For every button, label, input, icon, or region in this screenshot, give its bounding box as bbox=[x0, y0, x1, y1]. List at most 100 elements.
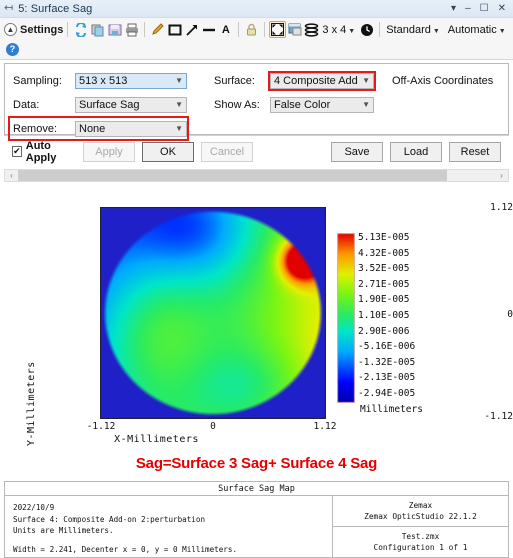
fit-window-icon[interactable] bbox=[269, 21, 287, 38]
horizontal-scrollbar[interactable]: ‹ › bbox=[4, 169, 509, 182]
footer-vendor: Zemax bbox=[408, 500, 433, 510]
sag-annotation: Sag=Surface 3 Sag+ Surface 4 Sag bbox=[135, 455, 378, 472]
window-controls: ▾ – ☐ ✕ bbox=[451, 3, 509, 14]
apply-button[interactable]: Apply bbox=[83, 141, 135, 162]
color-bar-tick-label: 1.90E-005 bbox=[358, 294, 410, 306]
style-dropdown[interactable]: Standard ▼ bbox=[386, 24, 440, 36]
lock-icon[interactable] bbox=[243, 21, 260, 38]
surface-sag-plot: Y-Millimeters 1.12 0 -1.12 -1.12 0 1.12 … bbox=[0, 188, 513, 448]
title-bar: ↤ 5: Surface Sag ▾ – ☐ ✕ bbox=[0, 0, 513, 18]
toolbar-divider bbox=[238, 22, 240, 37]
grid-size-dropdown[interactable]: 3 x 4 ▼ bbox=[322, 24, 355, 36]
scrollbar-thumb[interactable] bbox=[18, 170, 447, 181]
chevron-down-icon: ▼ bbox=[362, 76, 370, 85]
cancel-button[interactable]: Cancel bbox=[201, 141, 253, 162]
show-as-label: Show As: bbox=[214, 98, 260, 111]
color-bar-tick-labels: 5.13E-005 4.32E-005 3.52E-005 2.71E-005 1.90… bbox=[358, 230, 415, 402]
color-bar-tick-label: 4.32E-005 bbox=[358, 247, 410, 259]
help-icon[interactable]: ? bbox=[6, 42, 19, 56]
print-icon[interactable] bbox=[123, 21, 140, 38]
window-icon[interactable] bbox=[286, 21, 303, 38]
chevron-down-icon: ▼ bbox=[175, 100, 183, 109]
refresh-icon[interactable] bbox=[72, 21, 89, 38]
settings-button[interactable]: ▲ Settings bbox=[4, 23, 63, 36]
footer-date: 2022/10/9 bbox=[13, 503, 55, 512]
footer-file: Test.zmx bbox=[401, 531, 440, 541]
off-axis-coordinates-label: Off-Axis Coordinates bbox=[392, 74, 494, 87]
remove-select[interactable]: None ▼ bbox=[75, 120, 187, 137]
footer-product-info: Zemax Zemax OpticStudio 22.1.2 Test.zmx … bbox=[333, 496, 508, 557]
window-restore-dropdown-icon[interactable]: ▾ bbox=[451, 3, 456, 14]
scroll-right-arrow-icon[interactable]: › bbox=[495, 171, 508, 180]
color-bar-tick-label: -5.16E-006 bbox=[358, 341, 416, 353]
color-bar-tick-label: -2.13E-005 bbox=[358, 372, 416, 384]
surface-sag-window: ↤ 5: Surface Sag ▾ – ☐ ✕ ▲ Settings A 3 … bbox=[0, 0, 513, 558]
layers-icon[interactable] bbox=[303, 21, 320, 38]
load-button[interactable]: Load bbox=[390, 141, 442, 162]
footer-configuration: Configuration 1 of 1 bbox=[373, 543, 468, 552]
y-axis-tick: 1.12 bbox=[490, 202, 513, 213]
toolbar-divider bbox=[264, 22, 266, 37]
chevron-down-icon: ▼ bbox=[175, 76, 183, 85]
sag-color-map bbox=[100, 207, 326, 419]
chevron-down-icon: ▼ bbox=[348, 27, 356, 35]
chevron-down-icon: ▼ bbox=[432, 27, 440, 35]
data-value: Surface Sag bbox=[79, 98, 140, 111]
show-as-select[interactable]: False Color ▼ bbox=[270, 96, 374, 113]
data-label: Data: bbox=[13, 98, 40, 111]
pencil-icon[interactable] bbox=[149, 21, 166, 38]
remove-value: None bbox=[79, 122, 106, 135]
style-dropdown-label: Standard bbox=[386, 23, 431, 36]
auto-apply-label: Auto Apply bbox=[25, 139, 57, 164]
surface-value: 4 Composite Add bbox=[274, 74, 358, 87]
toolbar-divider bbox=[144, 22, 146, 37]
window-minimize-icon[interactable]: – bbox=[465, 3, 471, 14]
color-bar-tick-label: -1.32E-005 bbox=[358, 356, 416, 368]
pin-icon[interactable]: ↤ bbox=[4, 3, 13, 14]
line-icon[interactable] bbox=[200, 21, 217, 38]
scale-dropdown-label: Automatic bbox=[447, 23, 497, 36]
footer-units: Units are Millimeters. bbox=[13, 526, 114, 535]
rectangle-icon[interactable] bbox=[166, 21, 183, 38]
surface-label: Surface: bbox=[214, 74, 255, 87]
color-bar-units: Millimeters bbox=[360, 404, 423, 415]
action-button-bar: ✔ Auto Apply Apply OK Cancel Save Load R… bbox=[4, 135, 509, 167]
x-axis-tick: -1.12 bbox=[86, 421, 116, 432]
color-bar bbox=[337, 233, 355, 403]
surface-select[interactable]: 4 Composite Add ▼ bbox=[268, 70, 376, 91]
show-as-value: False Color bbox=[274, 98, 331, 111]
sampling-select[interactable]: 513 x 513 ▼ bbox=[75, 72, 187, 89]
arrow-icon[interactable] bbox=[183, 21, 200, 38]
chevron-down-icon: ▼ bbox=[362, 100, 370, 109]
y-axis-tick: 0 bbox=[507, 309, 513, 320]
clock-icon[interactable] bbox=[358, 21, 375, 38]
x-axis-tick: 1.12 bbox=[313, 421, 337, 432]
save-image-icon[interactable] bbox=[106, 21, 123, 38]
chevron-down-icon: ▼ bbox=[175, 124, 183, 133]
window-close-icon[interactable]: ✕ bbox=[498, 3, 506, 14]
text-icon[interactable]: A bbox=[217, 21, 234, 38]
reset-button[interactable]: Reset bbox=[449, 141, 501, 162]
color-bar-tick-label: 2.71E-005 bbox=[358, 278, 410, 290]
report-footer: Surface Sag Map 2022/10/9 Surface 4: Com… bbox=[4, 481, 509, 558]
toolbar-divider bbox=[67, 22, 69, 37]
footer-surface: Surface 4: Composite Add-on 2:perturbati… bbox=[13, 514, 206, 524]
copy-icon[interactable] bbox=[89, 21, 106, 38]
x-axis-title: X-Millimeters bbox=[114, 434, 199, 445]
scroll-left-arrow-icon[interactable]: ‹ bbox=[5, 171, 18, 180]
ok-button[interactable]: OK bbox=[142, 141, 194, 162]
remove-label: Remove: bbox=[13, 122, 58, 135]
window-maximize-icon[interactable]: ☐ bbox=[480, 3, 489, 14]
save-button[interactable]: Save bbox=[331, 141, 383, 162]
toolbar-divider bbox=[379, 22, 381, 37]
color-bar-tick-label: 5.13E-005 bbox=[358, 232, 410, 243]
color-bar-tick-label: 1.10E-005 bbox=[358, 309, 410, 321]
data-select[interactable]: Surface Sag ▼ bbox=[75, 96, 187, 113]
chevron-down-icon: ▼ bbox=[498, 27, 506, 35]
scale-dropdown[interactable]: Automatic ▼ bbox=[448, 24, 506, 36]
sampling-value: 513 x 513 bbox=[79, 74, 128, 87]
footer-title: Surface Sag Map bbox=[5, 482, 508, 496]
footer-details: 2022/10/9 Surface 4: Composite Add-on 2:… bbox=[5, 496, 333, 557]
window-title: 5: Surface Sag bbox=[18, 2, 93, 15]
auto-apply-checkbox[interactable]: ✔ bbox=[12, 146, 22, 157]
